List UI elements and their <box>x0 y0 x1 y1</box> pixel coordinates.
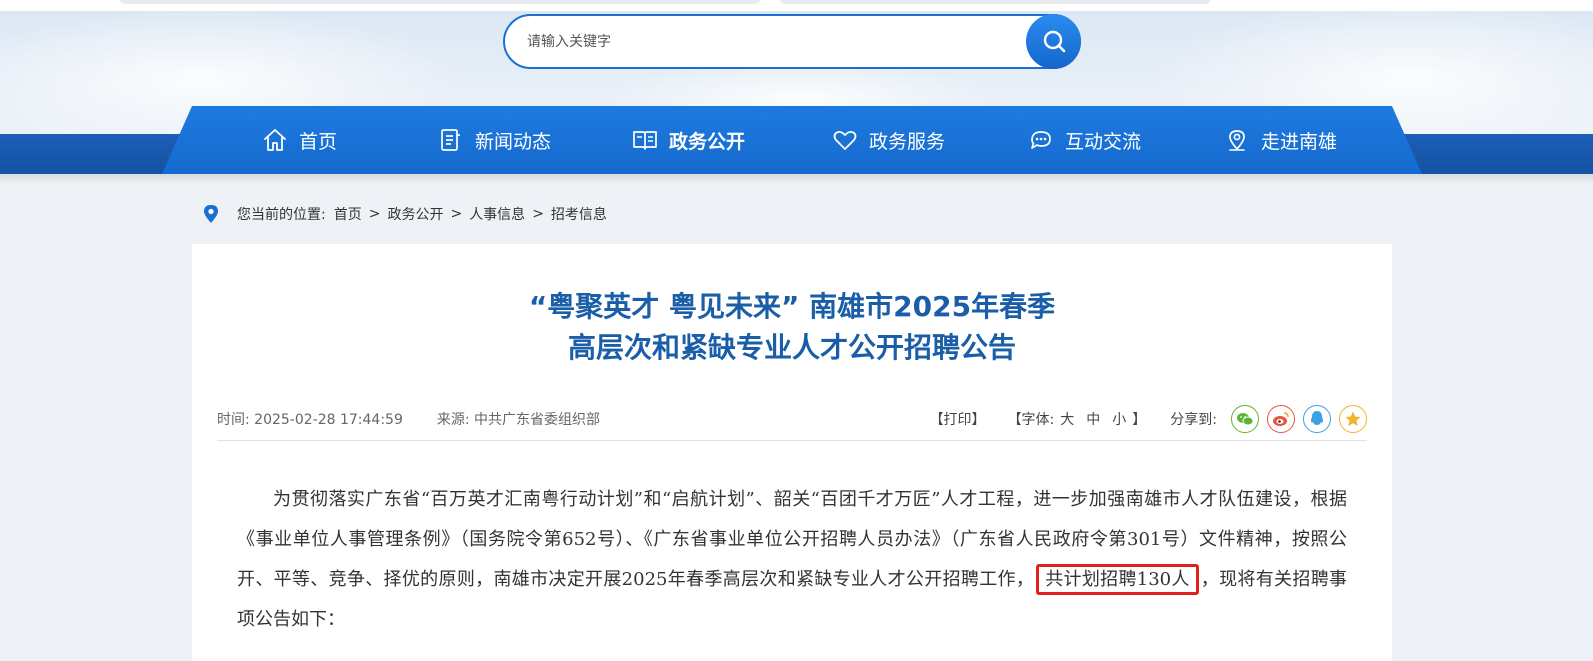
article-card: “粤聚英才 粤见未来” 南雄市2025年春季 高层次和紧缺专业人才公开招聘公告 … <box>192 244 1392 661</box>
search-input[interactable] <box>527 28 997 56</box>
nav-label: 首页 <box>299 130 338 153</box>
book-icon <box>632 127 658 153</box>
article-meta: 时间: 2025-02-28 17:44:59 来源: 中共广东省委组织部 【打… <box>217 404 1367 434</box>
chat-icon <box>1028 127 1054 153</box>
breadcrumb-government-affairs[interactable]: 政务公开 <box>387 204 443 224</box>
news-icon <box>438 127 464 153</box>
article-source: 来源: 中共广东省委组织部 <box>436 412 601 428</box>
breadcrumb: 您当前的位置: 首页 > 政务公开 > 人事信息 > 招考信息 <box>203 202 607 226</box>
nav-shadow <box>0 174 1593 184</box>
nav-item-home[interactable]: 首页 <box>262 106 337 174</box>
publish-time: 时间: 2025-02-28 17:44:59 <box>217 412 403 428</box>
weibo-share-icon[interactable] <box>1267 405 1295 433</box>
nav-label: 政务公开 <box>669 130 746 153</box>
location-pin-icon <box>204 205 218 223</box>
meta-divider <box>217 440 1367 441</box>
article-body: 为贯彻落实广东省“百万英才汇南粤行动计划”和“启航计划”、韶关“百团千才万匠”人… <box>237 489 1348 630</box>
font-size-small[interactable]: 小 <box>1112 409 1126 429</box>
nav-label: 新闻动态 <box>475 130 552 153</box>
share-label: 分享到: <box>1170 412 1217 428</box>
font-size-large[interactable]: 大 <box>1060 409 1074 429</box>
breadcrumb-home[interactable]: 首页 <box>334 204 362 224</box>
font-size-close: 】 <box>1132 412 1147 428</box>
font-size-medium[interactable]: 中 <box>1086 409 1100 429</box>
breadcrumb-separator: > <box>532 206 544 222</box>
nav-item-about-nanxiong[interactable]: 走进南雄 <box>1224 106 1337 174</box>
nav-item-news[interactable]: 新闻动态 <box>438 106 551 174</box>
nav-item-interaction[interactable]: 互动交流 <box>1028 106 1141 174</box>
search-box <box>503 14 1081 69</box>
article-tools: 【打印】 【字体: 大 中 小 】 分享到: <box>930 404 1367 434</box>
article-title: “粤聚英才 粤见未来” 南雄市2025年春季 高层次和紧缺专业人才公开招聘公告 <box>192 286 1392 368</box>
heart-icon <box>832 127 858 153</box>
search-icon <box>1043 30 1065 52</box>
search-button[interactable] <box>1026 14 1081 69</box>
nav-label: 走进南雄 <box>1261 130 1338 153</box>
title-line-2: 高层次和紧缺专业人才公开招聘公告 <box>567 331 1016 364</box>
qzone-share-icon[interactable] <box>1339 405 1367 433</box>
title-line-1: “粤聚英才 粤见未来” 南雄市2025年春季 <box>528 290 1056 323</box>
nav-label: 政务服务 <box>869 130 946 153</box>
nav-item-services[interactable]: 政务服务 <box>832 106 945 174</box>
print-link[interactable]: 【打印】 <box>930 409 986 429</box>
breadcrumb-prefix: 您当前的位置: <box>237 207 326 223</box>
breadcrumb-separator: > <box>368 206 381 222</box>
breadcrumb-recruitment-info[interactable]: 招考信息 <box>551 204 607 224</box>
qq-share-icon[interactable] <box>1303 405 1331 433</box>
breadcrumb-separator: > <box>450 206 463 222</box>
breadcrumb-personnel-info[interactable]: 人事信息 <box>469 204 525 224</box>
nav-label: 互动交流 <box>1065 130 1142 153</box>
home-icon <box>262 127 288 153</box>
font-size-label: 【字体: <box>1007 412 1055 428</box>
nav-item-government-affairs[interactable]: 政务公开 <box>632 106 745 174</box>
highlight-box: 共计划招聘130人 <box>1036 564 1199 595</box>
top-strip <box>0 0 1593 11</box>
location-icon <box>1224 127 1250 153</box>
wechat-share-icon[interactable] <box>1231 405 1259 433</box>
